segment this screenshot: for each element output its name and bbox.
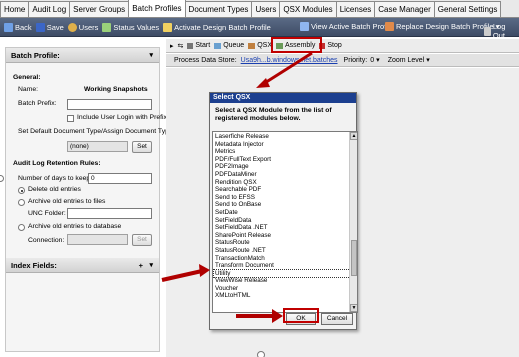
arrow-to-utility — [161, 269, 203, 282]
annotation-arrows — [161, 51, 313, 323]
arrow-head-2 — [199, 264, 210, 277]
arrow-head-3 — [272, 309, 283, 323]
arrow-qsx-to-dialog — [259, 51, 313, 88]
